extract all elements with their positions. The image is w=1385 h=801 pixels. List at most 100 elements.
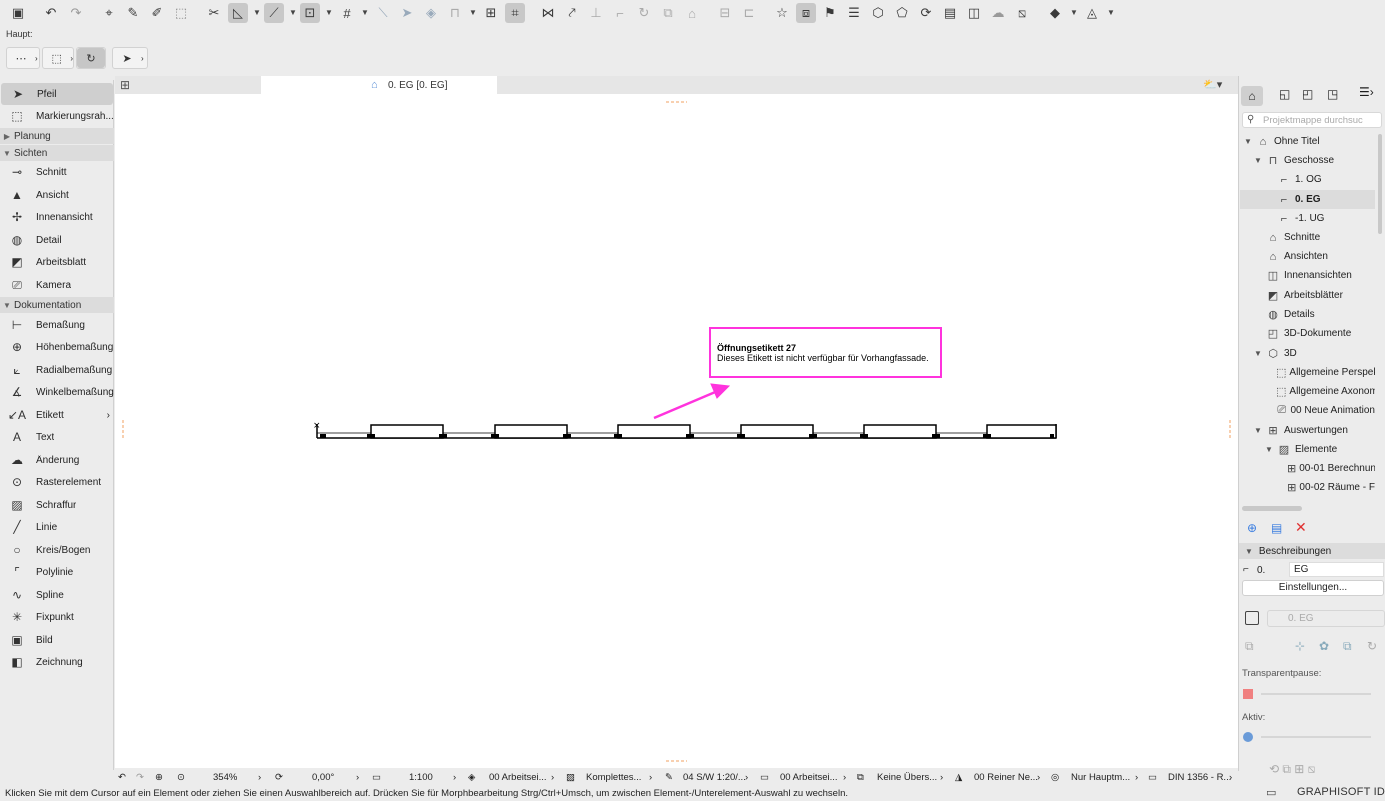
graphisoft-id-logo[interactable]: GRAPHISOFT ID [1297, 786, 1385, 798]
navigator-search[interactable]: ⚲ Projektmappe durchsuc [1242, 112, 1382, 128]
group-dokumentation[interactable]: ▼ Dokumentation [0, 297, 114, 313]
rotate-view-icon[interactable]: ⟳ [275, 770, 283, 784]
chevron-right-icon[interactable]: › [453, 770, 456, 784]
redo-icon[interactable]: ↷ [66, 3, 86, 23]
duplicate-icon[interactable]: ⧉ [1343, 639, 1352, 654]
chevron-down-icon[interactable]: ▼ [469, 8, 477, 17]
chevron-right-icon[interactable]: › [940, 770, 943, 784]
rotate-selection-button[interactable]: ↻ [76, 47, 106, 69]
adjust-icon[interactable]: ⤤ [562, 3, 582, 23]
ruler-icon[interactable]: ⟍ [373, 3, 393, 23]
dimension-display-icon[interactable]: ⊞ [481, 3, 501, 23]
tool-markierungsrahmen[interactable]: ⬚ Markierungsrah... [0, 105, 114, 127]
horizontal-scrollbar[interactable] [1242, 506, 1302, 511]
view-3d-icon[interactable]: ⬡ [868, 3, 888, 23]
story-name-input[interactable]: EG [1289, 562, 1384, 577]
tool-radialbemassung[interactable]: ⟀ Radialbemaßung [0, 359, 114, 381]
redefine-icon[interactable]: ⧉ [1245, 639, 1254, 654]
selection-method-button[interactable]: ⋯ › [6, 47, 40, 69]
zoom-value[interactable]: 354% [213, 770, 237, 784]
tree-item-ohne-titel[interactable]: ⌂ Ohne Titel [1255, 132, 1375, 151]
tree-item-berechnung[interactable]: ⊞ 00-01 Berechnun [1287, 459, 1375, 478]
roof-icon[interactable]: ⌂ [682, 3, 702, 23]
view-story-selector[interactable]: 0. EG [1267, 610, 1385, 627]
tool-pfeil[interactable]: ➤ Pfeil [1, 83, 113, 105]
tree-item-3d[interactable]: ⬡ 3D [1265, 344, 1375, 363]
layout-book-icon[interactable]: ◰ [1302, 87, 1313, 101]
properties-header[interactable]: ▼ Beschreibungen [1239, 543, 1385, 559]
magic-wand-icon[interactable]: ⬚ [171, 3, 191, 23]
dimension-std-value[interactable]: DIN 1356 - R... [1168, 770, 1231, 784]
tool-spline[interactable]: ∿ Spline [0, 584, 114, 606]
window-icon[interactable]: ▭ [1266, 786, 1276, 799]
tool-innenansicht[interactable]: ✢ Innenansicht [0, 206, 114, 228]
cursor-icon[interactable]: ➤ [397, 3, 417, 23]
trim-icon[interactable]: ✂ [204, 3, 224, 23]
tool-hoehenbemassung[interactable]: ⊕ Höhenbemaßung [0, 336, 114, 358]
save-icon[interactable]: ▣ [8, 3, 28, 23]
tool-fixpunkt[interactable]: ✳ Fixpunkt [0, 606, 114, 628]
tree-item-details[interactable]: ◍ Details [1265, 305, 1375, 324]
view-options-icon[interactable]: ⛅▾ [1203, 78, 1222, 91]
tool-text[interactable]: A Text [0, 426, 114, 448]
chevron-down-icon[interactable]: ▼ [1070, 8, 1078, 17]
tree-item-elemente[interactable]: ▨ Elemente [1276, 440, 1375, 459]
favorites-icon[interactable]: ☆ [772, 3, 792, 23]
tool-arbeitsblatt[interactable]: ◩ Arbeitsblatt [0, 251, 114, 273]
zoom-in-icon[interactable]: ⊕ [155, 770, 163, 784]
model-view-value[interactable]: 00 Arbeitsei... [780, 770, 838, 784]
tree-item-raeume[interactable]: ⊞ 00-02 Räume - F [1287, 478, 1375, 497]
menu-icon[interactable]: ☰› [1359, 85, 1374, 99]
split-icon[interactable]: ⋈ [538, 3, 558, 23]
chevron-down-icon[interactable]: ▼ [361, 8, 369, 17]
tree-item-arbeitsblaetter[interactable]: ◩ Arbeitsblätter [1265, 286, 1375, 305]
chevron-right-icon[interactable]: › [551, 770, 554, 784]
tree-item-allgemeine-axonometrie[interactable]: ⬚ Allgemeine Axonom [1276, 382, 1375, 401]
fillet-icon[interactable]: ⌐ [610, 3, 630, 23]
zoom-fit-icon[interactable]: ⊙ [177, 770, 185, 784]
active-color-swatch[interactable] [1243, 732, 1253, 742]
tree-item-auswertungen[interactable]: ⊞ Auswertungen [1265, 421, 1375, 440]
settings-button[interactable]: Einstellungen... [1242, 580, 1384, 596]
tool-ansicht[interactable]: ▲ Ansicht [0, 184, 114, 206]
book-icon[interactable]: ◫ [964, 3, 984, 23]
tree-item-geschosse[interactable]: ⊓ Geschosse [1265, 151, 1375, 170]
tool-schnitt[interactable]: ⊸ Schnitt [0, 161, 114, 183]
override-value[interactable]: Keine Übers... [877, 770, 937, 784]
tool-kreis-bogen[interactable]: ○ Kreis/Bogen [0, 539, 114, 561]
layer-view-icon[interactable]: ⧈ [796, 3, 816, 23]
trace-options-icon[interactable]: ⟲ ⧉ ⊞ ⧅ [1269, 762, 1315, 777]
tree-item-schnitte[interactable]: ⌂ Schnitte [1265, 228, 1375, 247]
syringe-icon[interactable]: ✐ [147, 3, 167, 23]
library-icon[interactable]: ◬ [1082, 3, 1102, 23]
resize-icon[interactable]: ⧉ [658, 3, 678, 23]
tool-detail[interactable]: ◍ Detail [0, 229, 114, 251]
group-sichten[interactable]: ▼ Sichten [0, 145, 114, 161]
structure-value[interactable]: Nur Hauptm... [1071, 770, 1130, 784]
tree-item-3d-dokumente[interactable]: ◰ 3D-Dokumente [1265, 324, 1375, 343]
clone-icon[interactable]: ✿ [1319, 639, 1329, 653]
marquee-mode-button[interactable]: ⬚ › [42, 47, 74, 69]
view-settings-icon[interactable] [1245, 611, 1259, 625]
guide-lines-icon[interactable]: ◺ [228, 3, 248, 23]
tree-item-ansichten[interactable]: ⌂ Ansichten [1265, 247, 1375, 266]
chevron-right-icon[interactable]: › [1037, 770, 1040, 784]
layer-combo-value[interactable]: 00 Arbeitsei... [489, 770, 547, 784]
add-view-icon[interactable]: ⊹ [1295, 639, 1305, 653]
tab-overview-icon[interactable]: ⊞ [120, 78, 130, 92]
transparency-slider[interactable] [1261, 693, 1371, 695]
flag-icon[interactable]: ⚑ [820, 3, 840, 23]
chevron-down-icon[interactable]: ▼ [1107, 8, 1115, 17]
intersect-icon[interactable]: ⊥ [586, 3, 606, 23]
add-icon[interactable]: ⊕ [1247, 521, 1257, 535]
tree-item-allgemeine-perspektive[interactable]: ⬚ Allgemeine Perspek [1276, 363, 1375, 382]
chevron-down-icon[interactable]: ▼ [325, 8, 333, 17]
view-map-icon[interactable]: ◱ [1279, 87, 1290, 101]
tree-item-0-eg[interactable]: ⌐ 0. EG [1240, 190, 1375, 209]
tool-schraffur[interactable]: ▨ Schraffur [0, 494, 114, 516]
tool-bemassung[interactable]: ⊢ Bemaßung [0, 314, 114, 336]
pen-set-value[interactable]: 04 S/W 1:20/... [683, 770, 746, 784]
tree-scrollbar[interactable] [1378, 134, 1382, 234]
chevron-down-icon[interactable]: ▼ [289, 8, 297, 17]
snap-guides-icon[interactable]: ⟋ [264, 3, 284, 23]
